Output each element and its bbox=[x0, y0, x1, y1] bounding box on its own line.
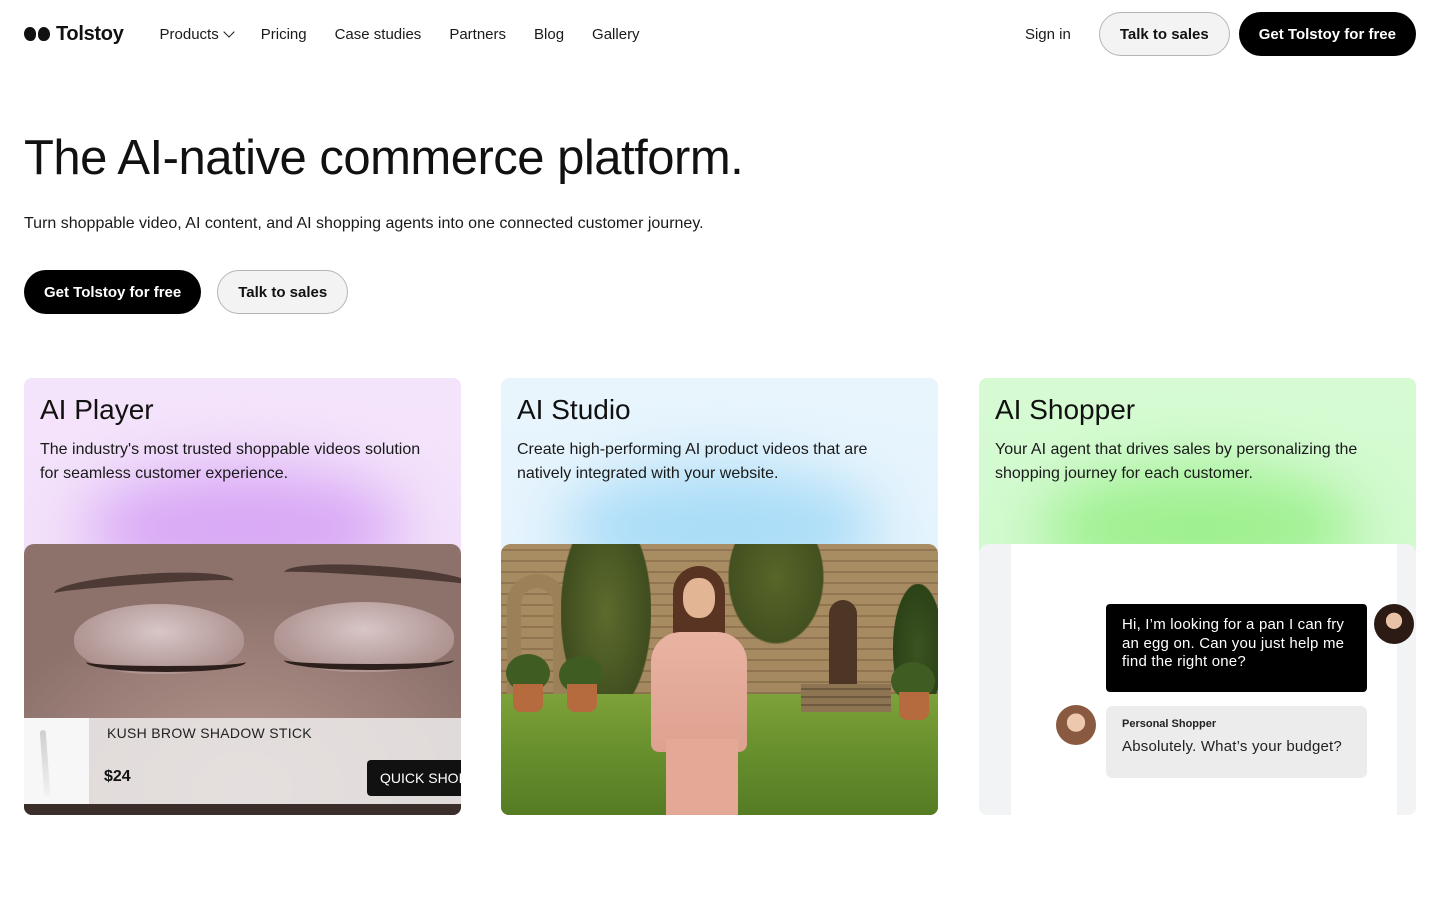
get-tolstoy-button[interactable]: Get Tolstoy for free bbox=[1238, 12, 1416, 56]
nav-partners[interactable]: Partners bbox=[435, 26, 520, 43]
chevron-down-icon bbox=[223, 26, 235, 38]
card-title: AI Shopper bbox=[995, 394, 1136, 425]
talk-to-sales-button[interactable]: Talk to sales bbox=[1098, 12, 1230, 56]
hero-subtitle: Turn shoppable video, AI content, and AI… bbox=[24, 215, 704, 232]
studio-video-preview[interactable] bbox=[501, 544, 938, 815]
sign-in-link[interactable]: Sign in bbox=[1025, 26, 1071, 43]
nav-case-studies[interactable]: Case studies bbox=[321, 26, 436, 43]
hero-title: The AI-native commerce platform. bbox=[24, 131, 744, 185]
chat-panel: Hi, I’m looking for a pan I can fry an e… bbox=[1011, 544, 1414, 815]
card-ai-shopper[interactable]: AI Shopper Your AI agent that drives sal… bbox=[979, 378, 1416, 815]
hero-ctas: Get Tolstoy for free Talk to sales bbox=[24, 270, 349, 314]
product-price: $24 bbox=[104, 768, 131, 785]
product-name: KUSH BROW SHADOW STICK bbox=[107, 725, 312, 741]
user-avatar bbox=[1374, 604, 1414, 644]
nav-links: Products Pricing Case studies Partners B… bbox=[160, 26, 654, 43]
logo-text: Tolstoy bbox=[56, 22, 124, 45]
hero-talk-to-sales-button[interactable]: Talk to sales bbox=[217, 270, 349, 314]
card-description: The industry's most trusted shoppable vi… bbox=[40, 441, 421, 482]
logo[interactable]: Tolstoy bbox=[24, 23, 124, 46]
top-nav: Tolstoy Products Pricing Case studies Pa… bbox=[0, 0, 1440, 68]
video-preview[interactable]: KUSH BROW SHADOW STICK $24 QUICK SHOP bbox=[24, 544, 461, 815]
card-description: Create high-performing AI product videos… bbox=[517, 441, 868, 482]
chat-preview: Hi, I’m looking for a pan I can fry an e… bbox=[979, 544, 1416, 815]
quick-shop-button[interactable]: QUICK SHOP bbox=[367, 760, 461, 796]
product-thumbnail[interactable] bbox=[24, 718, 90, 804]
agent-label: Personal Shopper bbox=[1122, 718, 1217, 730]
logo-icon bbox=[24, 27, 50, 41]
card-ai-studio[interactable]: AI Studio Create high-performing AI prod… bbox=[501, 378, 938, 815]
nav-pricing[interactable]: Pricing bbox=[247, 26, 321, 43]
agent-avatar bbox=[1056, 705, 1096, 745]
nav-actions: Sign in Talk to sales Get Tolstoy for fr… bbox=[1025, 12, 1416, 56]
nav-products[interactable]: Products bbox=[160, 26, 247, 43]
card-ai-player[interactable]: AI Player The industry's most trusted sh… bbox=[24, 378, 461, 815]
card-title: AI Studio bbox=[517, 394, 631, 425]
nav-gallery[interactable]: Gallery bbox=[578, 26, 654, 43]
card-title: AI Player bbox=[40, 394, 154, 425]
hero-get-tolstoy-button[interactable]: Get Tolstoy for free bbox=[24, 270, 202, 314]
card-description: Your AI agent that drives sales by perso… bbox=[995, 441, 1358, 482]
user-message: Hi, I’m looking for a pan I can fry an e… bbox=[1106, 604, 1367, 692]
nav-products-label: Products bbox=[159, 25, 219, 43]
nav-blog[interactable]: Blog bbox=[520, 26, 578, 43]
agent-text: Absolutely. What’s your budget? bbox=[1122, 738, 1342, 755]
agent-message: Personal Shopper Absolutely. What’s your… bbox=[1106, 706, 1367, 778]
